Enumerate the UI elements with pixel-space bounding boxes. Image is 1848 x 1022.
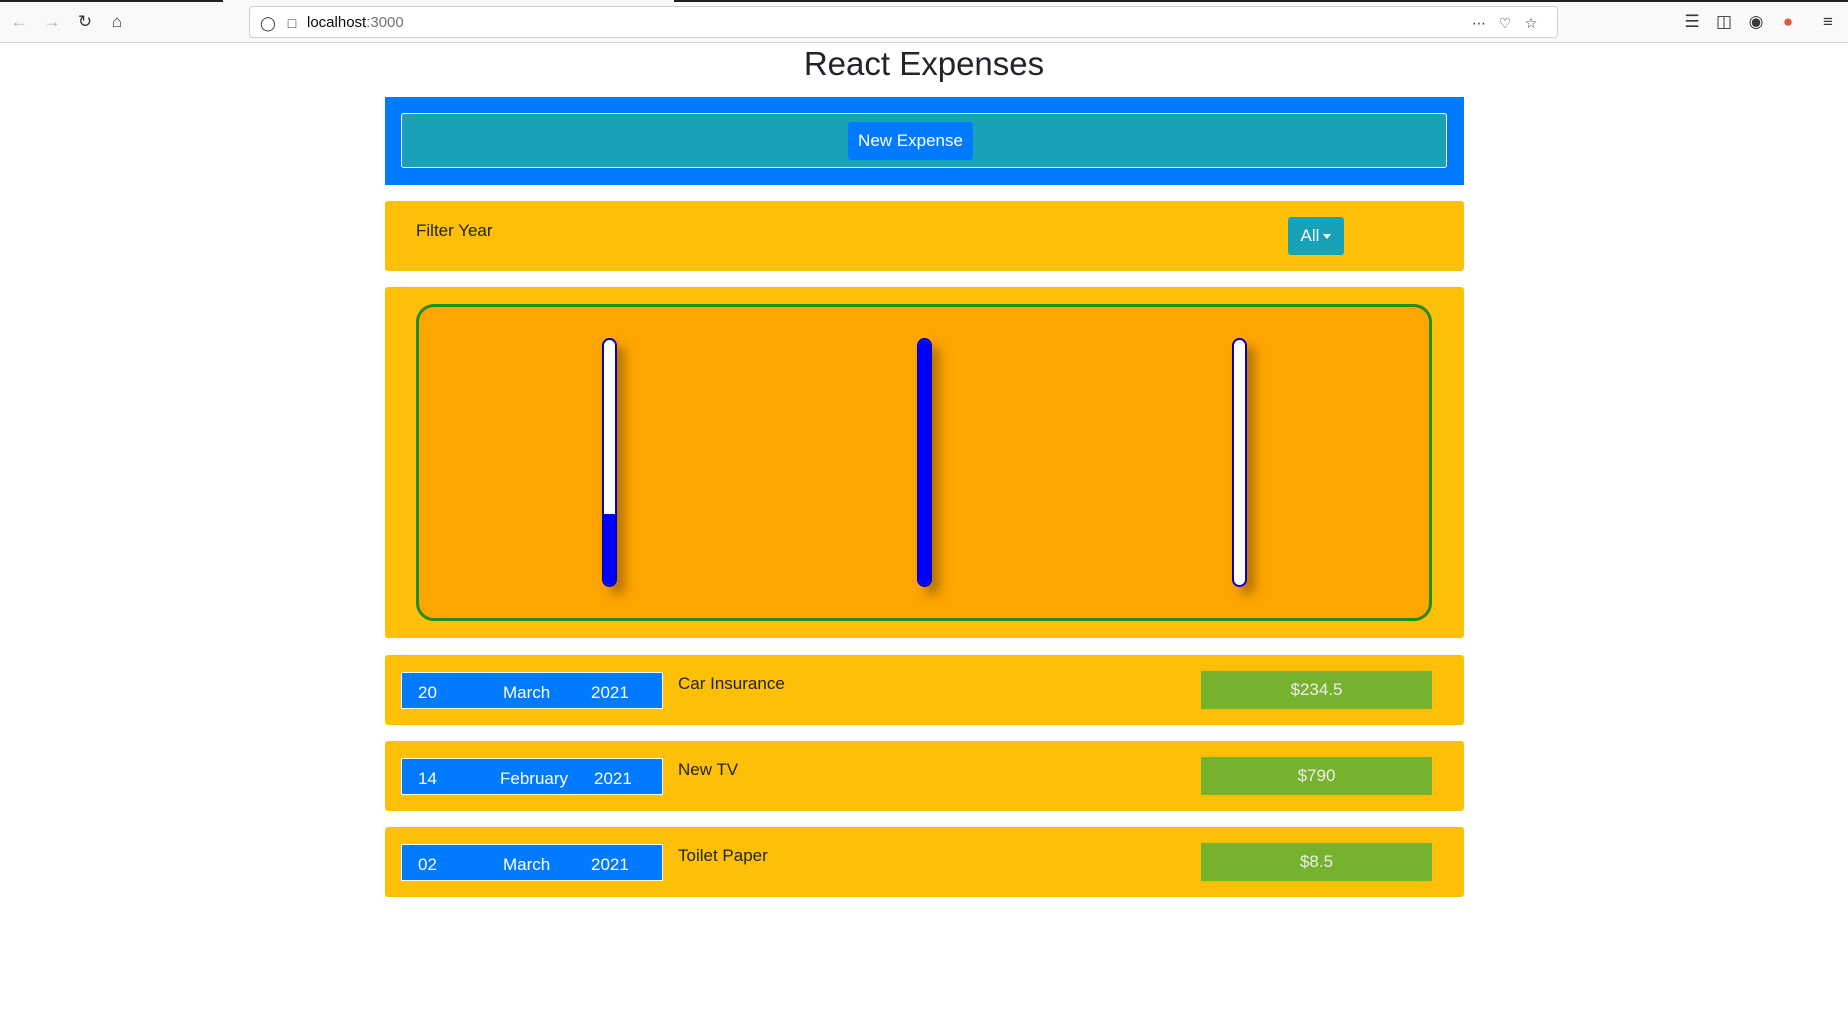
- page-title: React Expenses: [803, 45, 1045, 82]
- expense-amount: $790: [1201, 757, 1432, 795]
- url-bar[interactable]: ◯ □ localhost:3000 ⋯ ♡ ☆: [249, 6, 1558, 38]
- tab-indicator: [674, 0, 1848, 2]
- year-filter-dropdown[interactable]: All: [1288, 217, 1344, 255]
- caret-down-icon: [1323, 234, 1332, 240]
- expense-title: Toilet Paper: [678, 846, 768, 865]
- expenses-chart: [416, 304, 1432, 621]
- back-icon[interactable]: ←: [5, 8, 33, 36]
- url-port: :3000: [366, 14, 404, 31]
- expense-date: 20 March 2021: [401, 672, 663, 709]
- new-expense-inner: New Expense: [401, 113, 1447, 168]
- filter-panel: Filter Year All: [385, 201, 1464, 271]
- expense-day: 20: [418, 683, 437, 702]
- expense-item: 02 March 2021 Toilet Paper $8.5: [385, 827, 1464, 897]
- menu-icon[interactable]: ≡: [1814, 8, 1842, 36]
- chart-bar: [917, 338, 932, 587]
- url-text: localhost:3000: [307, 14, 404, 31]
- year-filter-value: All: [1300, 226, 1320, 245]
- chart-bar: [1232, 338, 1247, 587]
- filter-label: Filter Year: [416, 221, 493, 240]
- expense-month: March: [503, 855, 551, 874]
- duckduckgo-icon[interactable]: ●: [1774, 8, 1802, 36]
- reload-icon[interactable]: ↻: [71, 8, 99, 36]
- expense-item: 14 February 2021 New TV $790: [385, 741, 1464, 811]
- expense-year: 2021: [591, 683, 629, 702]
- more-actions-icon[interactable]: ⋯: [1469, 13, 1489, 33]
- page-icon: □: [287, 15, 297, 31]
- chart-bar-fill: [919, 340, 930, 585]
- chart-bar: [602, 338, 617, 587]
- expense-day: 14: [418, 769, 437, 788]
- chart-bar-fill: [604, 513, 615, 585]
- expense-month: February: [500, 769, 569, 788]
- new-expense-button[interactable]: New Expense: [848, 122, 973, 160]
- expense-item: 20 March 2021 Car Insurance $234.5: [385, 655, 1464, 725]
- expense-amount: $8.5: [1201, 843, 1432, 881]
- expense-year: 2021: [591, 855, 629, 874]
- home-icon[interactable]: ⌂: [103, 8, 131, 36]
- expense-date: 02 March 2021: [401, 844, 663, 881]
- chart-panel: [385, 287, 1464, 638]
- bookmark-star-icon[interactable]: ☆: [1521, 13, 1541, 33]
- forward-icon[interactable]: →: [38, 8, 66, 36]
- expense-month: March: [503, 683, 551, 702]
- expense-amount: $234.5: [1201, 671, 1432, 709]
- sidebar-icon[interactable]: ◫: [1710, 8, 1738, 36]
- new-expense-panel: New Expense: [385, 97, 1464, 185]
- expense-day: 02: [418, 855, 437, 874]
- shield-icon[interactable]: ◯: [258, 13, 278, 33]
- expense-title: New TV: [678, 760, 739, 779]
- expense-date: 14 February 2021: [401, 758, 663, 795]
- browser-toolbar: ← → ↻ ⌂ ◯ □ localhost:3000 ⋯ ♡ ☆ ☰ ◫ ◉ ●…: [0, 0, 1848, 43]
- pocket-icon[interactable]: ♡: [1495, 13, 1515, 33]
- expense-title: Car Insurance: [678, 674, 785, 693]
- library-icon[interactable]: ☰: [1678, 8, 1706, 36]
- expense-year: 2021: [594, 769, 632, 788]
- account-icon[interactable]: ◉: [1742, 8, 1770, 36]
- tab-indicator: [0, 0, 223, 2]
- url-host: localhost: [307, 14, 367, 31]
